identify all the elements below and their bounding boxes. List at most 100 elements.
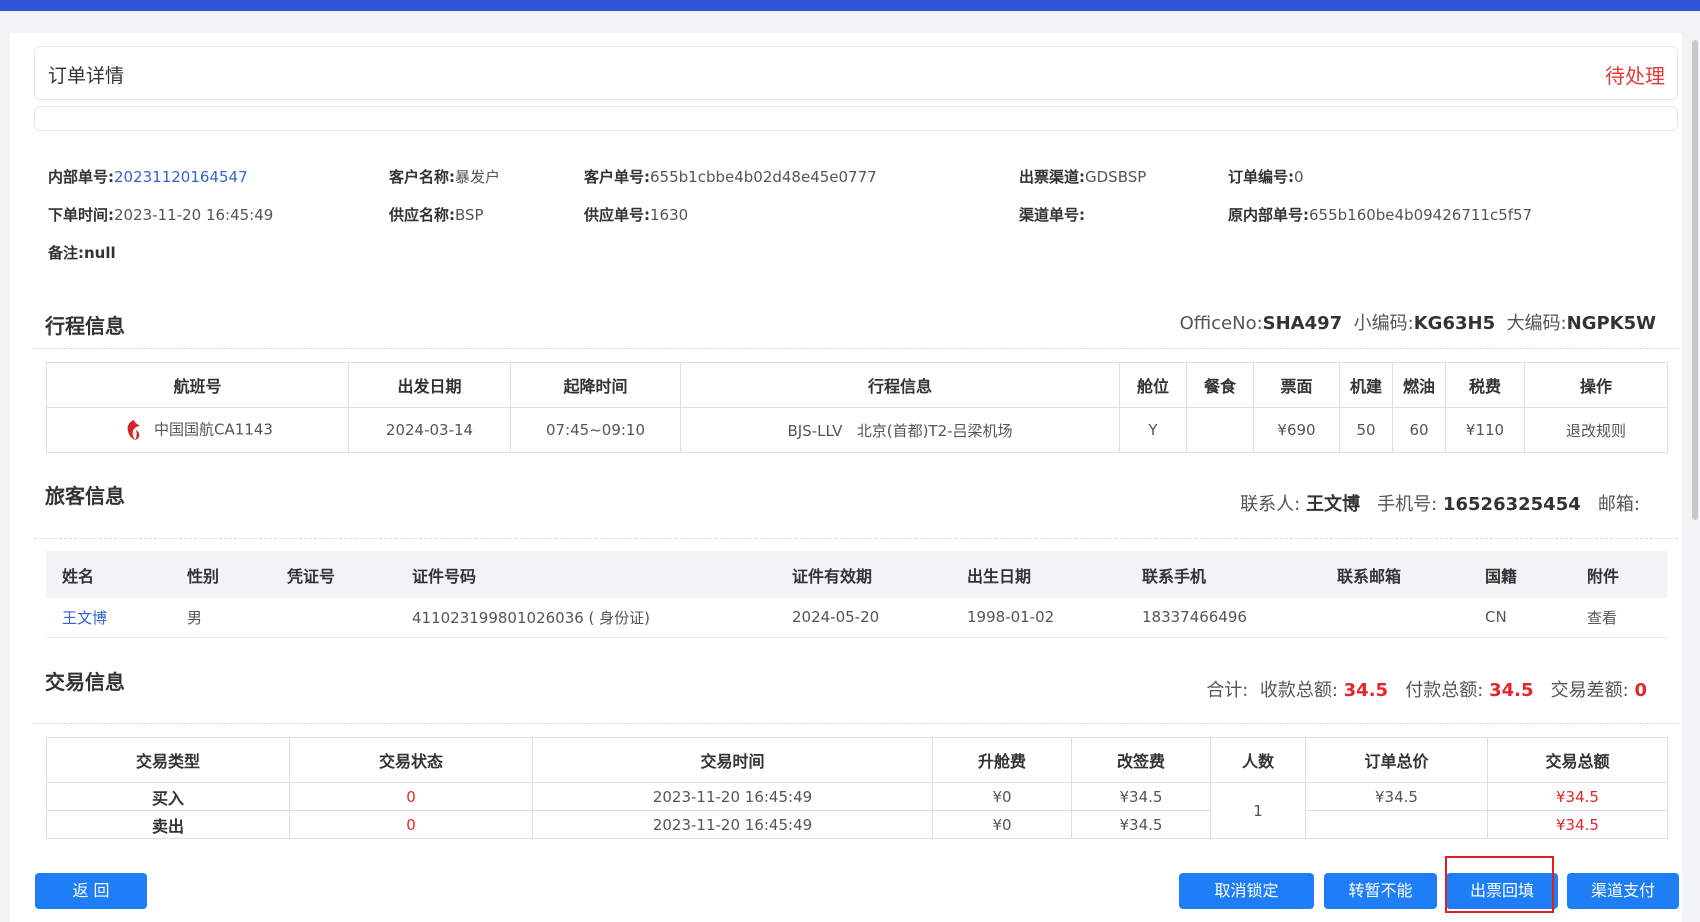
col-trade-type: 交易类型 [46,737,290,783]
customer-name-field: 客户名称:暴发户 [389,168,501,186]
col-route: 行程信息 [680,362,1120,408]
trade-status-cell: 0 [289,810,533,839]
col-attachment: 附件 [1571,551,1667,598]
nationality-cell: CN [1469,598,1571,638]
col-voucher: 凭证号 [271,551,396,598]
col-action: 操作 [1524,362,1668,408]
channel-pay-button[interactable]: 渠道支付 [1567,873,1679,909]
gender-cell: 男 [171,598,271,638]
highlight-box [1445,856,1554,913]
transaction-summary: 合计: 收款总额: 34.5 付款总额: 34.5 交易差额: 0 [1206,680,1647,701]
flight-cell: 中国国航CA1143 [46,407,349,453]
mobile-cell: 18337466496 [1126,598,1321,638]
cancel-lock-button[interactable]: 取消锁定 [1179,873,1314,909]
divider-card [34,106,1678,131]
trade-type-cell: 买入 [46,782,290,811]
table-row: 卖出 0 2023-11-20 16:45:49 ¥0 ¥34.5 ¥34.5 [46,810,1668,839]
trade-total-cell: ¥34.5 [1487,782,1668,811]
tax-cell: ¥110 [1445,407,1525,453]
divider [34,723,1678,724]
email-cell [1321,598,1469,638]
col-gender: 性别 [171,551,271,598]
top-nav-bar [0,0,1700,11]
table-row: 中国国航CA1143 2024-03-14 07:45~09:10 BJS-LL… [46,407,1668,453]
trade-type-cell: 卖出 [46,810,290,839]
col-fuel: 燃油 [1392,362,1446,408]
col-cabin: 舱位 [1119,362,1187,408]
supplier-name-field: 供应名称:BSP [389,206,484,224]
transaction-title: 交易信息 [45,670,125,694]
col-name: 姓名 [46,551,171,598]
birth-cell: 1998-01-02 [951,598,1126,638]
airport-fee-cell: 50 [1339,407,1393,453]
col-trade-total: 交易总额 [1487,737,1668,783]
itinerary-table: 航班号 出发日期 起降时间 行程信息 舱位 餐食 票面 机建 燃油 税费 操作 … [46,362,1668,453]
col-order-total: 订单总价 [1305,737,1488,783]
transfer-button[interactable]: 转暂不能 [1324,873,1437,909]
supplier-no-field: 供应单号:1630 [584,206,689,224]
route-cell: BJS-LLV 北京(首都)T2-吕梁机场 [680,407,1120,453]
passenger-table: 姓名 性别 凭证号 证件号码 证件有效期 出生日期 联系手机 联系邮箱 国籍 附… [46,551,1667,638]
col-tax: 税费 [1445,362,1525,408]
fare-cell: ¥690 [1253,407,1340,453]
itinerary-header-row: 航班号 出发日期 起降时间 行程信息 舱位 餐食 票面 机建 燃油 税费 操作 [46,362,1668,408]
col-mobile: 联系手机 [1126,551,1321,598]
order-detail-header: 订单详情 待处理 [34,46,1678,100]
contact-info: 联系人: 王文博 手机号: 16526325454 邮箱: [1240,494,1640,515]
passenger-header-row: 姓名 性别 凭证号 证件号码 证件有效期 出生日期 联系手机 联系邮箱 国籍 附… [46,551,1667,598]
transaction-table: 交易类型 交易状态 交易时间 升舱费 改签费 人数 订单总价 交易总额 买入 0… [46,737,1668,839]
col-id-no: 证件号码 [396,551,776,598]
order-no-field: 订单编号:0 [1228,168,1304,186]
order-total-cell [1305,810,1488,839]
divider [34,538,1678,539]
col-email: 联系邮箱 [1321,551,1469,598]
time-cell: 07:45~09:10 [510,407,681,453]
refund-rule-link[interactable]: 退改规则 [1524,407,1668,453]
scrollbar[interactable] [1692,40,1698,520]
trade-time-cell: 2023-11-20 16:45:49 [532,782,933,811]
itinerary-codes: OfficeNo:SHA497 小编码:KG63H5 大编码:NGPK5W [1179,313,1656,334]
order-total-cell: ¥34.5 [1305,782,1488,811]
remark-field: 备注:null [48,244,116,262]
orig-internal-no-field: 原内部单号:655b160be4b09426711c5f57 [1228,206,1533,224]
divider [34,348,1678,349]
change-fee-cell: ¥34.5 [1071,782,1211,811]
col-people: 人数 [1210,737,1306,783]
col-nationality: 国籍 [1469,551,1571,598]
trade-status-cell: 0 [289,782,533,811]
col-upgrade-fee: 升舱费 [932,737,1072,783]
transaction-header-row: 交易类型 交易状态 交易时间 升舱费 改签费 人数 订单总价 交易总额 [46,737,1668,783]
col-change-fee: 改签费 [1071,737,1211,783]
passenger-title: 旅客信息 [45,484,125,508]
col-time: 起降时间 [510,362,681,408]
col-flight: 航班号 [46,362,349,408]
table-row: 王文博 男 411023199801026036 ( 身份证) 2024-05-… [46,598,1667,638]
back-button[interactable]: 返 回 [35,873,147,909]
air-china-logo-icon [127,420,141,440]
itinerary-title: 行程信息 [45,314,125,338]
col-trade-time: 交易时间 [532,737,933,783]
status-badge: 待处理 [1605,64,1665,88]
id-no-cell: 411023199801026036 ( 身份证) [396,598,776,638]
customer-no-field: 客户单号:655b1cbbe4b02d48e45e0777 [584,168,877,186]
id-expiry-cell: 2024-05-20 [776,598,951,638]
table-row: 买入 0 2023-11-20 16:45:49 ¥0 ¥34.5 1 ¥34.… [46,782,1668,839]
col-fare: 票面 [1253,362,1340,408]
channel-field: 出票渠道:GDSBSP [1019,168,1147,186]
trade-total-cell: ¥34.5 [1487,810,1668,839]
col-trade-status: 交易状态 [289,737,533,783]
view-attachment-link[interactable]: 查看 [1571,598,1667,638]
channel-no-field: 渠道单号: [1019,206,1085,224]
col-date: 出发日期 [348,362,511,408]
col-meal: 餐食 [1186,362,1254,408]
order-time-field: 下单时间:2023-11-20 16:45:49 [48,206,274,224]
passenger-name-link[interactable]: 王文博 [46,598,171,638]
col-airport-fee: 机建 [1339,362,1393,408]
date-cell: 2024-03-14 [348,407,511,453]
upgrade-fee-cell: ¥0 [932,782,1072,811]
fuel-cell: 60 [1392,407,1446,453]
internal-no-link[interactable]: 20231120164547 [114,168,248,186]
people-cell: 1 [1210,782,1306,839]
internal-no-field: 内部单号:20231120164547 [48,168,248,186]
meal-cell [1186,407,1254,453]
